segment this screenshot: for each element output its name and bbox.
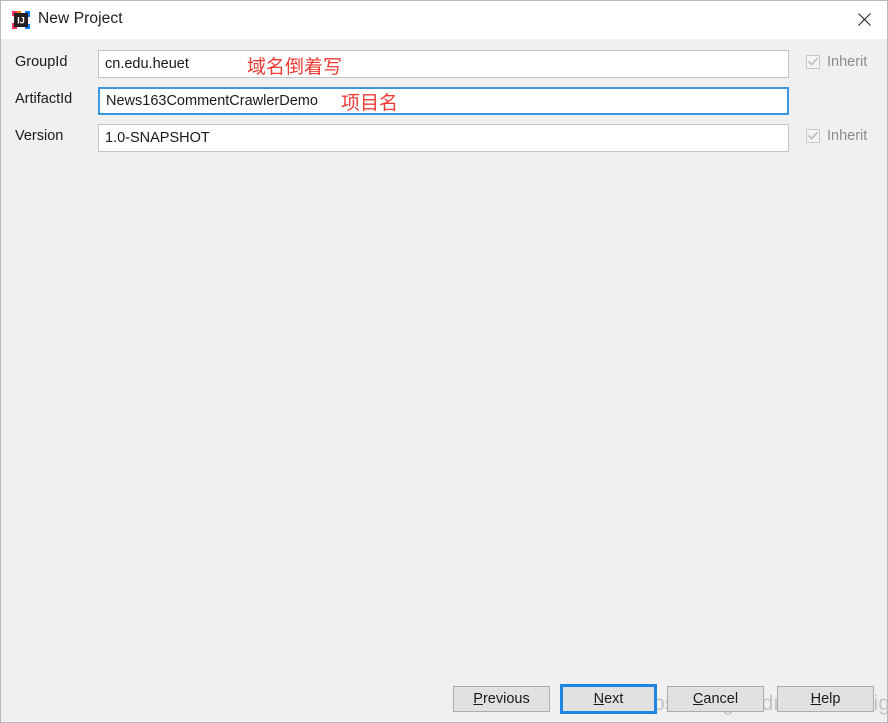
groupid-label: GroupId [15,54,68,70]
cancel-button-mnemonic: C [692,691,704,707]
new-project-dialog: IJ New Project GroupId cn.edu.heuet Inhe… [0,0,888,723]
svg-text:IJ: IJ [17,16,25,26]
artifactid-input[interactable] [98,87,789,115]
checkmark-icon [806,129,820,143]
checkmark-icon [806,55,820,69]
version-input[interactable] [98,124,789,152]
next-button-mnemonic: N [593,691,605,707]
next-button-label: ext [604,691,624,707]
form-row-artifactid: ArtifactId [1,87,887,115]
groupid-inherit-checkbox[interactable]: Inherit [806,54,867,70]
dialog-content: GroupId Inherit ArtifactId Version [1,39,887,722]
previous-button-label: revious [482,691,530,707]
groupid-inherit-label: Inherit [827,54,868,70]
previous-button[interactable]: Previous [453,686,550,712]
cancel-button[interactable]: Cancel [667,686,764,712]
groupid-input[interactable] [98,50,789,78]
title-bar: IJ New Project [1,1,887,39]
version-label: Version [15,128,64,144]
form-row-groupid: GroupId Inherit [1,50,887,78]
close-button[interactable] [841,1,887,38]
help-button-label: elp [821,691,841,707]
form-row-version: Version Inherit [1,124,887,152]
intellij-idea-icon: IJ [12,11,30,29]
help-button-mnemonic: H [810,691,822,707]
window-title: New Project [38,10,123,27]
version-inherit-label: Inherit [827,128,868,144]
cancel-button-label: ancel [703,691,739,707]
next-button[interactable]: Next [560,684,657,714]
help-button[interactable]: Help [777,686,874,712]
previous-button-mnemonic: P [473,691,483,707]
artifactid-label: ArtifactId [15,91,73,107]
close-icon [857,13,871,26]
version-inherit-checkbox[interactable]: Inherit [806,128,867,144]
